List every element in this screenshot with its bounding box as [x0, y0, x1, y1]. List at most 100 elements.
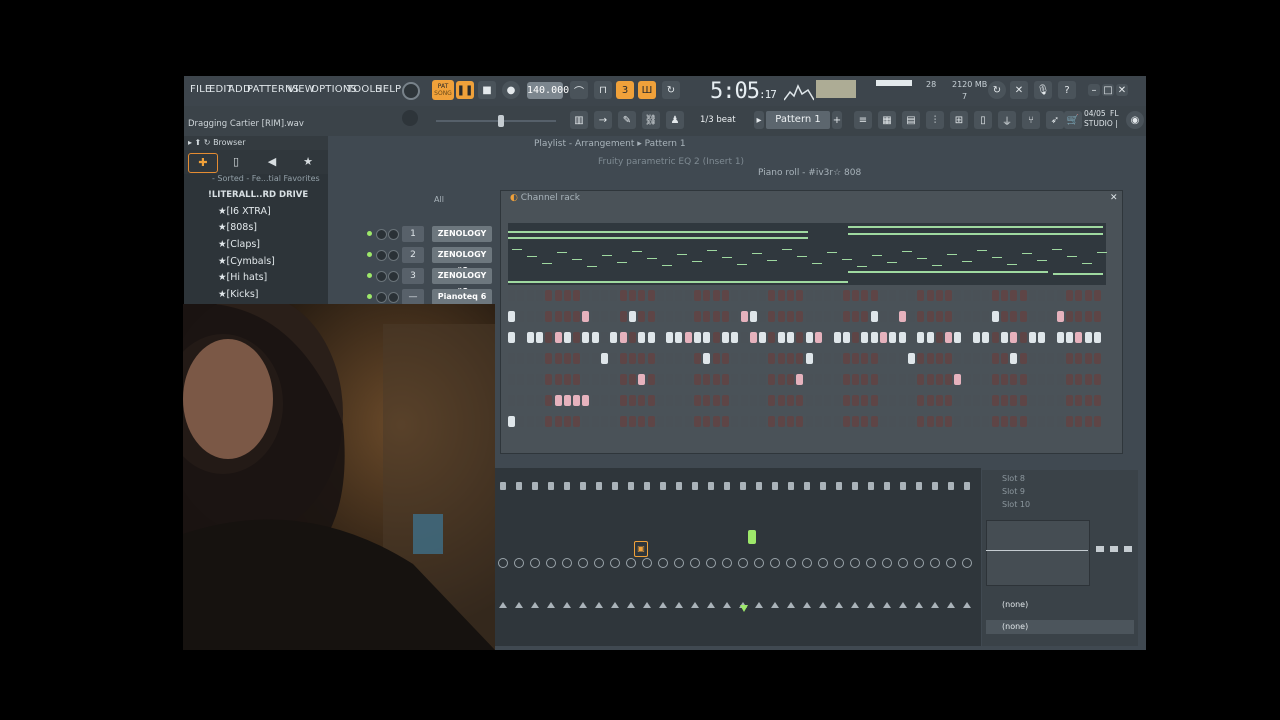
playlist-title[interactable]: Playlist - Arrangement ▸ Pattern 1: [534, 139, 686, 149]
step-button[interactable]: [545, 353, 553, 364]
step-button[interactable]: [833, 290, 841, 301]
mixer-pan-dial[interactable]: [514, 558, 524, 568]
step-button[interactable]: [1066, 416, 1073, 427]
step-button[interactable]: [1010, 374, 1018, 385]
step-button[interactable]: [963, 311, 971, 322]
step-button[interactable]: [628, 311, 636, 322]
browser-item-i6xtra[interactable]: ★[I6 XTRA]: [218, 206, 271, 217]
step-button[interactable]: [759, 311, 767, 322]
step-button[interactable]: [991, 332, 999, 343]
step-button[interactable]: [684, 290, 692, 301]
mixer-pan-dial[interactable]: [834, 558, 844, 568]
step-button[interactable]: [898, 395, 906, 406]
step-button[interactable]: [573, 332, 581, 343]
step-button[interactable]: [991, 416, 999, 427]
step-button[interactable]: [554, 332, 562, 343]
step-button[interactable]: [842, 290, 850, 301]
channel-led[interactable]: [367, 273, 372, 278]
step-button[interactable]: [768, 374, 776, 385]
pat-song-toggle[interactable]: PAT SONG: [432, 80, 454, 100]
step-button[interactable]: [963, 290, 971, 301]
mixer-fader[interactable]: [948, 482, 954, 490]
mixer-pan-dial[interactable]: [706, 558, 716, 568]
step-button[interactable]: [852, 395, 860, 406]
step-button[interactable]: [1000, 353, 1008, 364]
step-button[interactable]: [1066, 374, 1073, 385]
step-button[interactable]: [842, 374, 850, 385]
channel-pan-knob[interactable]: [376, 271, 387, 282]
step-button[interactable]: [833, 374, 841, 385]
refresh-icon[interactable]: ↻: [988, 81, 1006, 99]
mixer-pan-dial[interactable]: [946, 558, 956, 568]
step-button[interactable]: [638, 332, 646, 343]
step-button[interactable]: [898, 374, 906, 385]
step-button[interactable]: [647, 332, 655, 343]
step-button[interactable]: [1066, 395, 1073, 406]
step-button[interactable]: [628, 290, 636, 301]
mixer-route-arrow[interactable]: [915, 602, 923, 608]
step-button[interactable]: [545, 311, 553, 322]
mixer-route-arrow[interactable]: [963, 602, 971, 608]
step-button[interactable]: [814, 395, 822, 406]
step-button[interactable]: [1075, 311, 1083, 322]
step-button[interactable]: [619, 353, 627, 364]
step-button[interactable]: [694, 353, 701, 364]
step-button[interactable]: [656, 416, 664, 427]
step-button[interactable]: [759, 353, 767, 364]
mixer-route-arrow[interactable]: [675, 602, 683, 608]
step-button[interactable]: [898, 353, 906, 364]
step-button[interactable]: [526, 395, 534, 406]
step-button[interactable]: [684, 332, 692, 343]
pencil-icon[interactable]: ✎: [618, 111, 636, 129]
step-button[interactable]: [973, 374, 980, 385]
step-button[interactable]: [656, 395, 664, 406]
step-button[interactable]: [601, 395, 608, 406]
step-button[interactable]: [777, 416, 785, 427]
step-button[interactable]: [1075, 374, 1083, 385]
mixer-pan-dial[interactable]: [898, 558, 908, 568]
browser-item-drive[interactable]: !LITERALL..RD DRIVE: [208, 190, 308, 200]
step-button[interactable]: [721, 374, 729, 385]
step-button[interactable]: [1056, 332, 1064, 343]
mixer-strip[interactable]: [719, 478, 735, 638]
step-button[interactable]: [1028, 353, 1036, 364]
step-button[interactable]: [787, 311, 794, 322]
mixer-icon[interactable]: ⫶: [926, 111, 944, 129]
step-button[interactable]: [554, 290, 562, 301]
step-button[interactable]: [1019, 332, 1027, 343]
piano-roll-preview[interactable]: [508, 223, 1107, 285]
step-button[interactable]: [982, 416, 990, 427]
step-button[interactable]: [535, 353, 543, 364]
slot-8[interactable]: Slot 8: [986, 472, 1134, 486]
step-button[interactable]: [517, 290, 525, 301]
step-button[interactable]: [973, 353, 980, 364]
mixer-strip[interactable]: [863, 478, 879, 638]
step-button[interactable]: [982, 374, 990, 385]
stamp-icon[interactable]: ♟: [666, 111, 684, 129]
step-button[interactable]: [563, 395, 571, 406]
mixer-pan-dial[interactable]: [866, 558, 876, 568]
step-button[interactable]: [926, 395, 934, 406]
mixer-fader[interactable]: [900, 482, 906, 490]
step-button[interactable]: [591, 290, 599, 301]
step-button[interactable]: [610, 416, 618, 427]
step-button[interactable]: [749, 332, 757, 343]
channel-name[interactable]: Pianoteq 6: [432, 289, 492, 305]
step-edit-icon[interactable]: Ш: [638, 81, 656, 99]
step-button[interactable]: [526, 311, 534, 322]
step-button[interactable]: [666, 353, 674, 364]
mixer-strip[interactable]: [879, 478, 895, 638]
step-button[interactable]: [1028, 332, 1036, 343]
mixer-pan-dial[interactable]: [882, 558, 892, 568]
mixer-pan-dial[interactable]: [818, 558, 828, 568]
step-button[interactable]: [963, 374, 971, 385]
step-button[interactable]: [619, 416, 627, 427]
step-button[interactable]: [759, 290, 767, 301]
mixer-fader[interactable]: [612, 482, 618, 490]
step-button[interactable]: [1000, 416, 1008, 427]
channel-rack-title[interactable]: ◐ Channel rack: [510, 193, 580, 203]
position-slider-handle[interactable]: [498, 115, 504, 127]
step-button[interactable]: [610, 374, 618, 385]
step-button[interactable]: [508, 374, 515, 385]
step-button[interactable]: [675, 332, 683, 343]
